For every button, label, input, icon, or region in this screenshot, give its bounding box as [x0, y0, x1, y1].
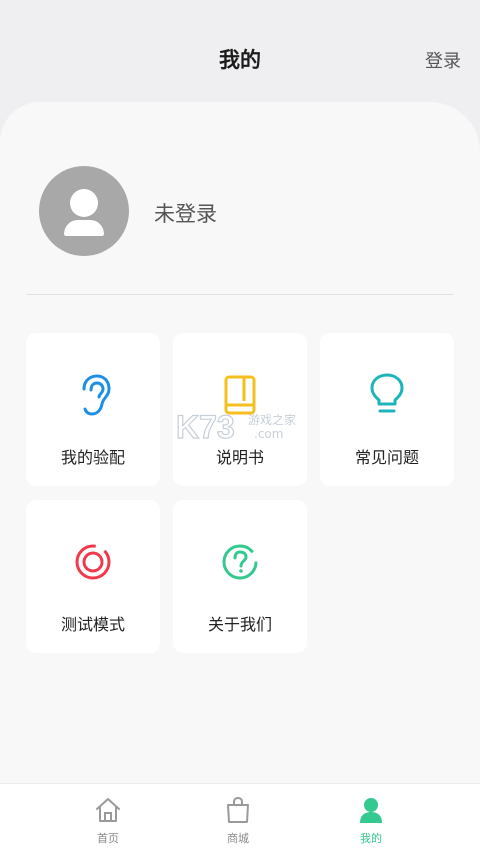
tile-label: 说明书 [215, 448, 264, 467]
tab-label: 首页 [97, 832, 119, 845]
book-icon [224, 375, 256, 415]
avatar[interactable] [39, 166, 129, 256]
tile-label: 关于我们 [207, 615, 272, 634]
tile-label: 我的验配 [60, 448, 125, 467]
tab-home[interactable]: 首页 [78, 784, 138, 853]
tile-about-us[interactable]: 关于我们 [173, 500, 307, 653]
shopping-bag-icon [227, 796, 249, 823]
avatar-body-shape [64, 220, 104, 236]
tile-my-fitting[interactable]: 我的验配 [26, 333, 160, 486]
tile-manual[interactable]: 说明书 [173, 333, 307, 486]
question-circle-icon [222, 544, 258, 580]
tab-label: 商城 [227, 832, 249, 845]
tile-faq[interactable]: 常见问题 [320, 333, 454, 486]
lightbulb-icon [370, 373, 404, 413]
tile-test-mode[interactable]: 测试模式 [26, 500, 160, 653]
login-button[interactable]: 登录 [425, 47, 461, 73]
home-icon [96, 798, 120, 822]
tile-label: 常见问题 [354, 448, 419, 467]
tab-mine[interactable]: 我的 [341, 784, 401, 853]
avatar-head-shape [70, 189, 98, 217]
tab-mall[interactable]: 商城 [208, 784, 268, 853]
user-status-label[interactable]: 未登录 [154, 198, 217, 228]
bottom-tab-bar: 首页 商城 我的 [0, 783, 480, 853]
person-icon [360, 798, 382, 823]
target-rings-icon [75, 544, 111, 580]
page-title: 我的 [219, 48, 261, 72]
ear-icon [82, 374, 111, 416]
top-app-bar: 我的 登录 [0, 0, 480, 115]
tab-label: 我的 [360, 832, 382, 845]
tile-label: 测试模式 [60, 615, 125, 634]
divider [27, 294, 453, 295]
